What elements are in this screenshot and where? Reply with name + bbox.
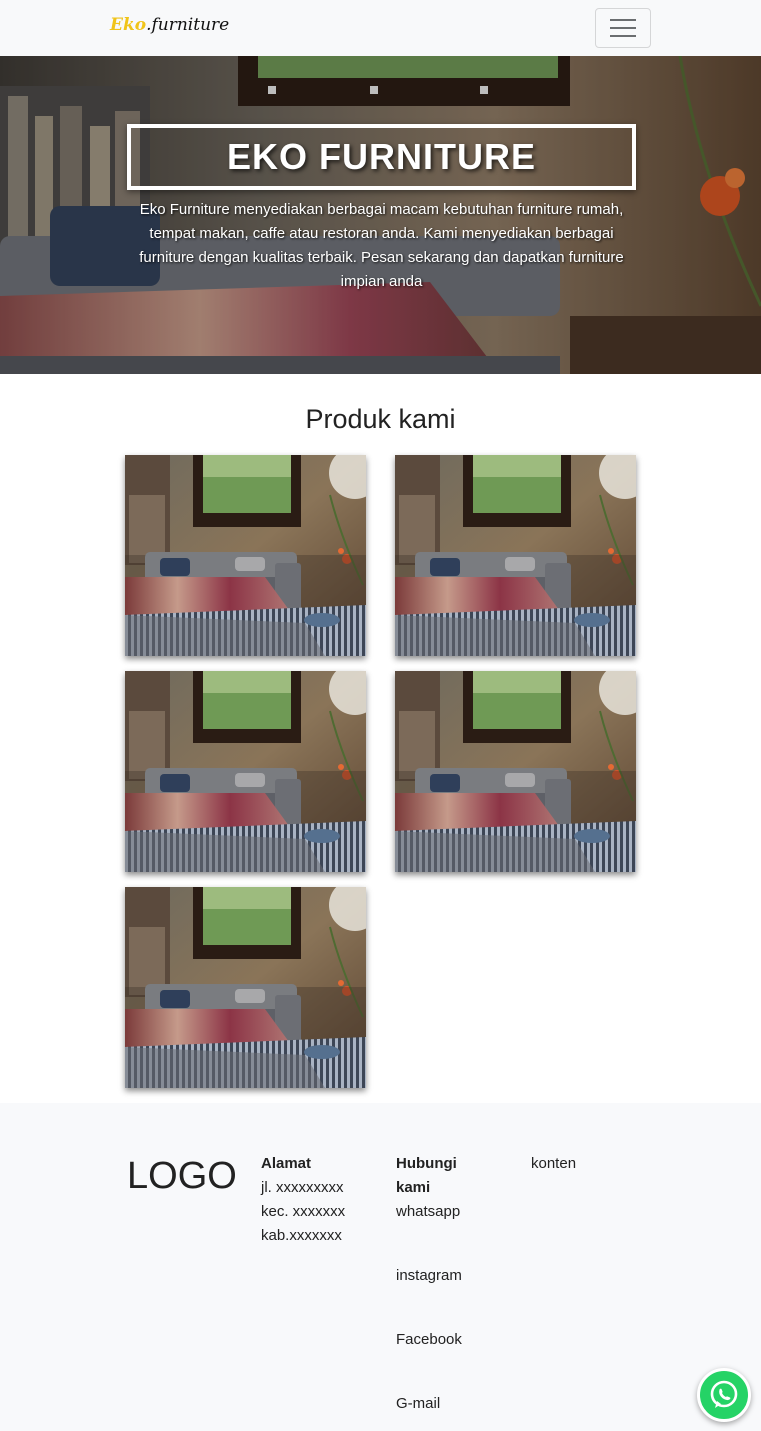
product-card[interactable] [125,455,366,656]
whatsapp-icon [710,1380,738,1408]
product-card[interactable] [395,455,636,656]
footer-address: Alamat jl. xxxxxxxxx kec. xxxxxxx kab.xx… [261,1152,345,1248]
address-line: jl. xxxxxxxxx [261,1179,344,1196]
product-image [125,455,366,656]
navbar-toggler-button[interactable] [595,8,651,48]
navbar: Eko.furniture [0,0,761,56]
product-card[interactable] [125,671,366,872]
product-card[interactable] [395,671,636,872]
footer-content-text: konten [531,1155,577,1172]
product-card[interactable] [125,887,366,1088]
whatsapp-float-button[interactable] [697,1368,751,1422]
hero-title: EKO FURNITURE [227,136,536,177]
product-image [395,671,636,872]
contact-link-gmail[interactable]: G-mail [396,1392,440,1416]
menu-icon [610,19,636,21]
contact-heading-line2: kami [396,1179,431,1196]
footer-content: konten [531,1152,576,1176]
products-section-title: Produk kami [305,404,456,434]
address-line: kec. xxxxxxx [261,1203,346,1220]
contact-link-facebook[interactable]: Facebook [396,1328,462,1352]
brand-logo[interactable]: Eko.furniture [110,15,229,35]
contact-link-instagram[interactable]: instagram [396,1264,462,1288]
footer: LOGO Alamat jl. xxxxxxxxx kec. xxxxxxx k… [0,1103,761,1431]
footer-logo: LOGO [127,1155,237,1197]
brand-name-part2: .furniture [146,15,230,35]
contact-heading-line1: Hubungi [396,1155,457,1172]
hero-title-box: EKO FURNITURE [127,124,636,190]
hero-description: Eko Furniture menyediakan berbagai macam… [139,201,624,290]
contact-link-whatsapp[interactable]: whatsapp [396,1200,460,1224]
product-image [125,671,366,872]
footer-contact-heading: Hubungi kami [396,1152,457,1200]
product-image [395,455,636,656]
product-image [125,887,366,1088]
hero-banner: EKO FURNITURE Eko Furniture menyediakan … [0,56,761,374]
address-heading: Alamat [261,1155,312,1172]
address-line: kab.xxxxxxx [261,1227,342,1244]
brand-name-part1: Eko [110,15,147,35]
